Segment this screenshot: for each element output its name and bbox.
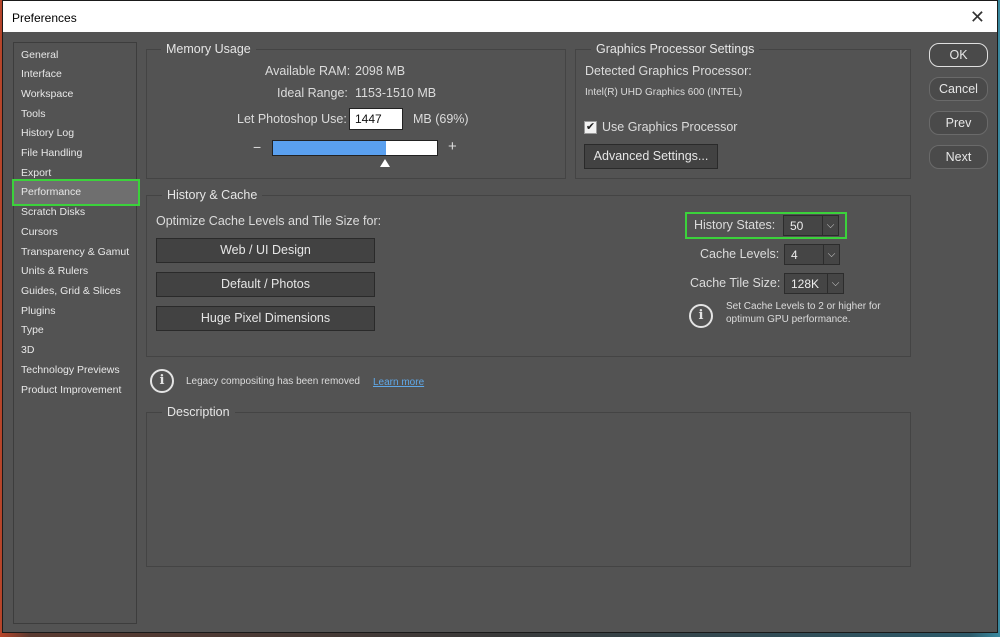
preferences-dialog: Preferences ✕ General Interface Workspace T…	[2, 0, 998, 633]
memory-use-input[interactable]: 1447	[349, 108, 403, 130]
chevron-down-icon: ⌵	[827, 274, 843, 293]
cancel-button[interactable]: Cancel	[929, 77, 988, 101]
history-states-select[interactable]: 50 ⌵	[783, 215, 839, 236]
sidebar-item-scratch-disks[interactable]: Scratch Disks	[14, 203, 136, 222]
preferences-sidebar: General Interface Workspace Tools History Lo…	[12, 42, 140, 624]
sidebar-item-history-log[interactable]: History Log	[14, 124, 136, 143]
sidebar-item-technology-previews[interactable]: Technology Previews	[14, 361, 136, 380]
detected-gpu-value: Intel(R) UHD Graphics 600 (INTEL)	[585, 87, 743, 98]
learn-more-link[interactable]: Learn more	[373, 377, 424, 388]
description-group	[146, 412, 911, 567]
cache-note-line2: optimum GPU performance.	[726, 314, 851, 325]
close-icon[interactable]: ✕	[970, 7, 985, 28]
memory-use-unit: MB (69%)	[413, 112, 469, 126]
sidebar-item-units-rulers[interactable]: Units & Rulers	[14, 262, 136, 281]
huge-pixel-dimensions-button[interactable]: Huge Pixel Dimensions	[156, 306, 375, 331]
sidebar-item-file-handling[interactable]: File Handling	[14, 144, 136, 163]
sidebar-item-workspace[interactable]: Workspace	[14, 85, 136, 104]
info-icon: i	[689, 304, 713, 328]
sidebar-item-transparency-gamut[interactable]: Transparency & Gamut	[14, 243, 136, 262]
photoshop-use-label: Let Photoshop Use:	[237, 112, 347, 126]
sidebar-item-product-improvement[interactable]: Product Improvement	[14, 381, 136, 400]
gpu-settings-title: Graphics Processor Settings	[591, 42, 760, 56]
history-cache-title: History & Cache	[162, 188, 263, 202]
sidebar-item-type[interactable]: Type	[14, 321, 136, 340]
ideal-range-value: 1153-1510 MB	[355, 86, 437, 100]
slider-minus-icon[interactable]: −	[253, 139, 261, 155]
sidebar-item-performance[interactable]: Performance	[12, 179, 140, 206]
available-ram-label: Available RAM:	[265, 64, 351, 78]
chevron-down-icon: ⌵	[822, 216, 838, 235]
history-states-value: 50	[790, 219, 804, 233]
cache-levels-label: Cache Levels:	[700, 247, 780, 261]
memory-slider-fill	[273, 141, 386, 155]
description-title: Description	[162, 405, 235, 419]
sidebar-item-tools[interactable]: Tools	[14, 105, 136, 124]
memory-usage-title: Memory Usage	[161, 42, 256, 56]
advanced-settings-button[interactable]: Advanced Settings...	[584, 144, 718, 169]
cache-tile-size-label: Cache Tile Size:	[690, 276, 781, 290]
detected-gpu-label: Detected Graphics Processor:	[585, 64, 752, 78]
web-ui-design-button[interactable]: Web / UI Design	[156, 238, 375, 263]
sidebar-item-3d[interactable]: 3D	[14, 341, 136, 360]
cache-levels-value: 4	[791, 248, 798, 262]
next-button[interactable]: Next	[929, 145, 988, 169]
memory-slider[interactable]	[272, 140, 438, 156]
memory-slider-thumb[interactable]	[380, 159, 390, 167]
legacy-compositing-text: Legacy compositing has been removed	[186, 376, 360, 387]
cache-note-line1: Set Cache Levels to 2 or higher for	[726, 301, 881, 312]
sidebar-item-cursors[interactable]: Cursors	[14, 223, 136, 242]
sidebar-item-interface[interactable]: Interface	[14, 65, 136, 84]
sidebar-item-general[interactable]: General	[14, 46, 136, 65]
available-ram-value: 2098 MB	[355, 64, 406, 78]
info-icon: i	[150, 369, 174, 393]
sidebar-item-plugins[interactable]: Plugins	[14, 302, 136, 321]
window-title: Preferences	[12, 11, 77, 25]
title-bar: Preferences ✕	[3, 1, 997, 32]
prev-button[interactable]: Prev	[929, 111, 988, 135]
use-gpu-checkbox[interactable]: ✔	[584, 121, 597, 134]
cache-levels-select[interactable]: 4 ⌵	[784, 244, 840, 265]
history-states-label: History States:	[694, 218, 776, 232]
ideal-range-label: Ideal Range:	[277, 86, 348, 100]
slider-plus-icon[interactable]: +	[448, 138, 457, 155]
cache-tile-size-select[interactable]: 128K ⌵	[784, 273, 844, 294]
ok-button[interactable]: OK	[929, 43, 988, 67]
default-photos-button[interactable]: Default / Photos	[156, 272, 375, 297]
use-gpu-label: Use Graphics Processor	[602, 120, 738, 134]
cache-tile-size-value: 128K	[791, 277, 820, 291]
sidebar-item-guides-grid-slices[interactable]: Guides, Grid & Slices	[14, 282, 136, 301]
chevron-down-icon: ⌵	[823, 245, 839, 264]
optimize-label: Optimize Cache Levels and Tile Size for:	[156, 214, 382, 228]
